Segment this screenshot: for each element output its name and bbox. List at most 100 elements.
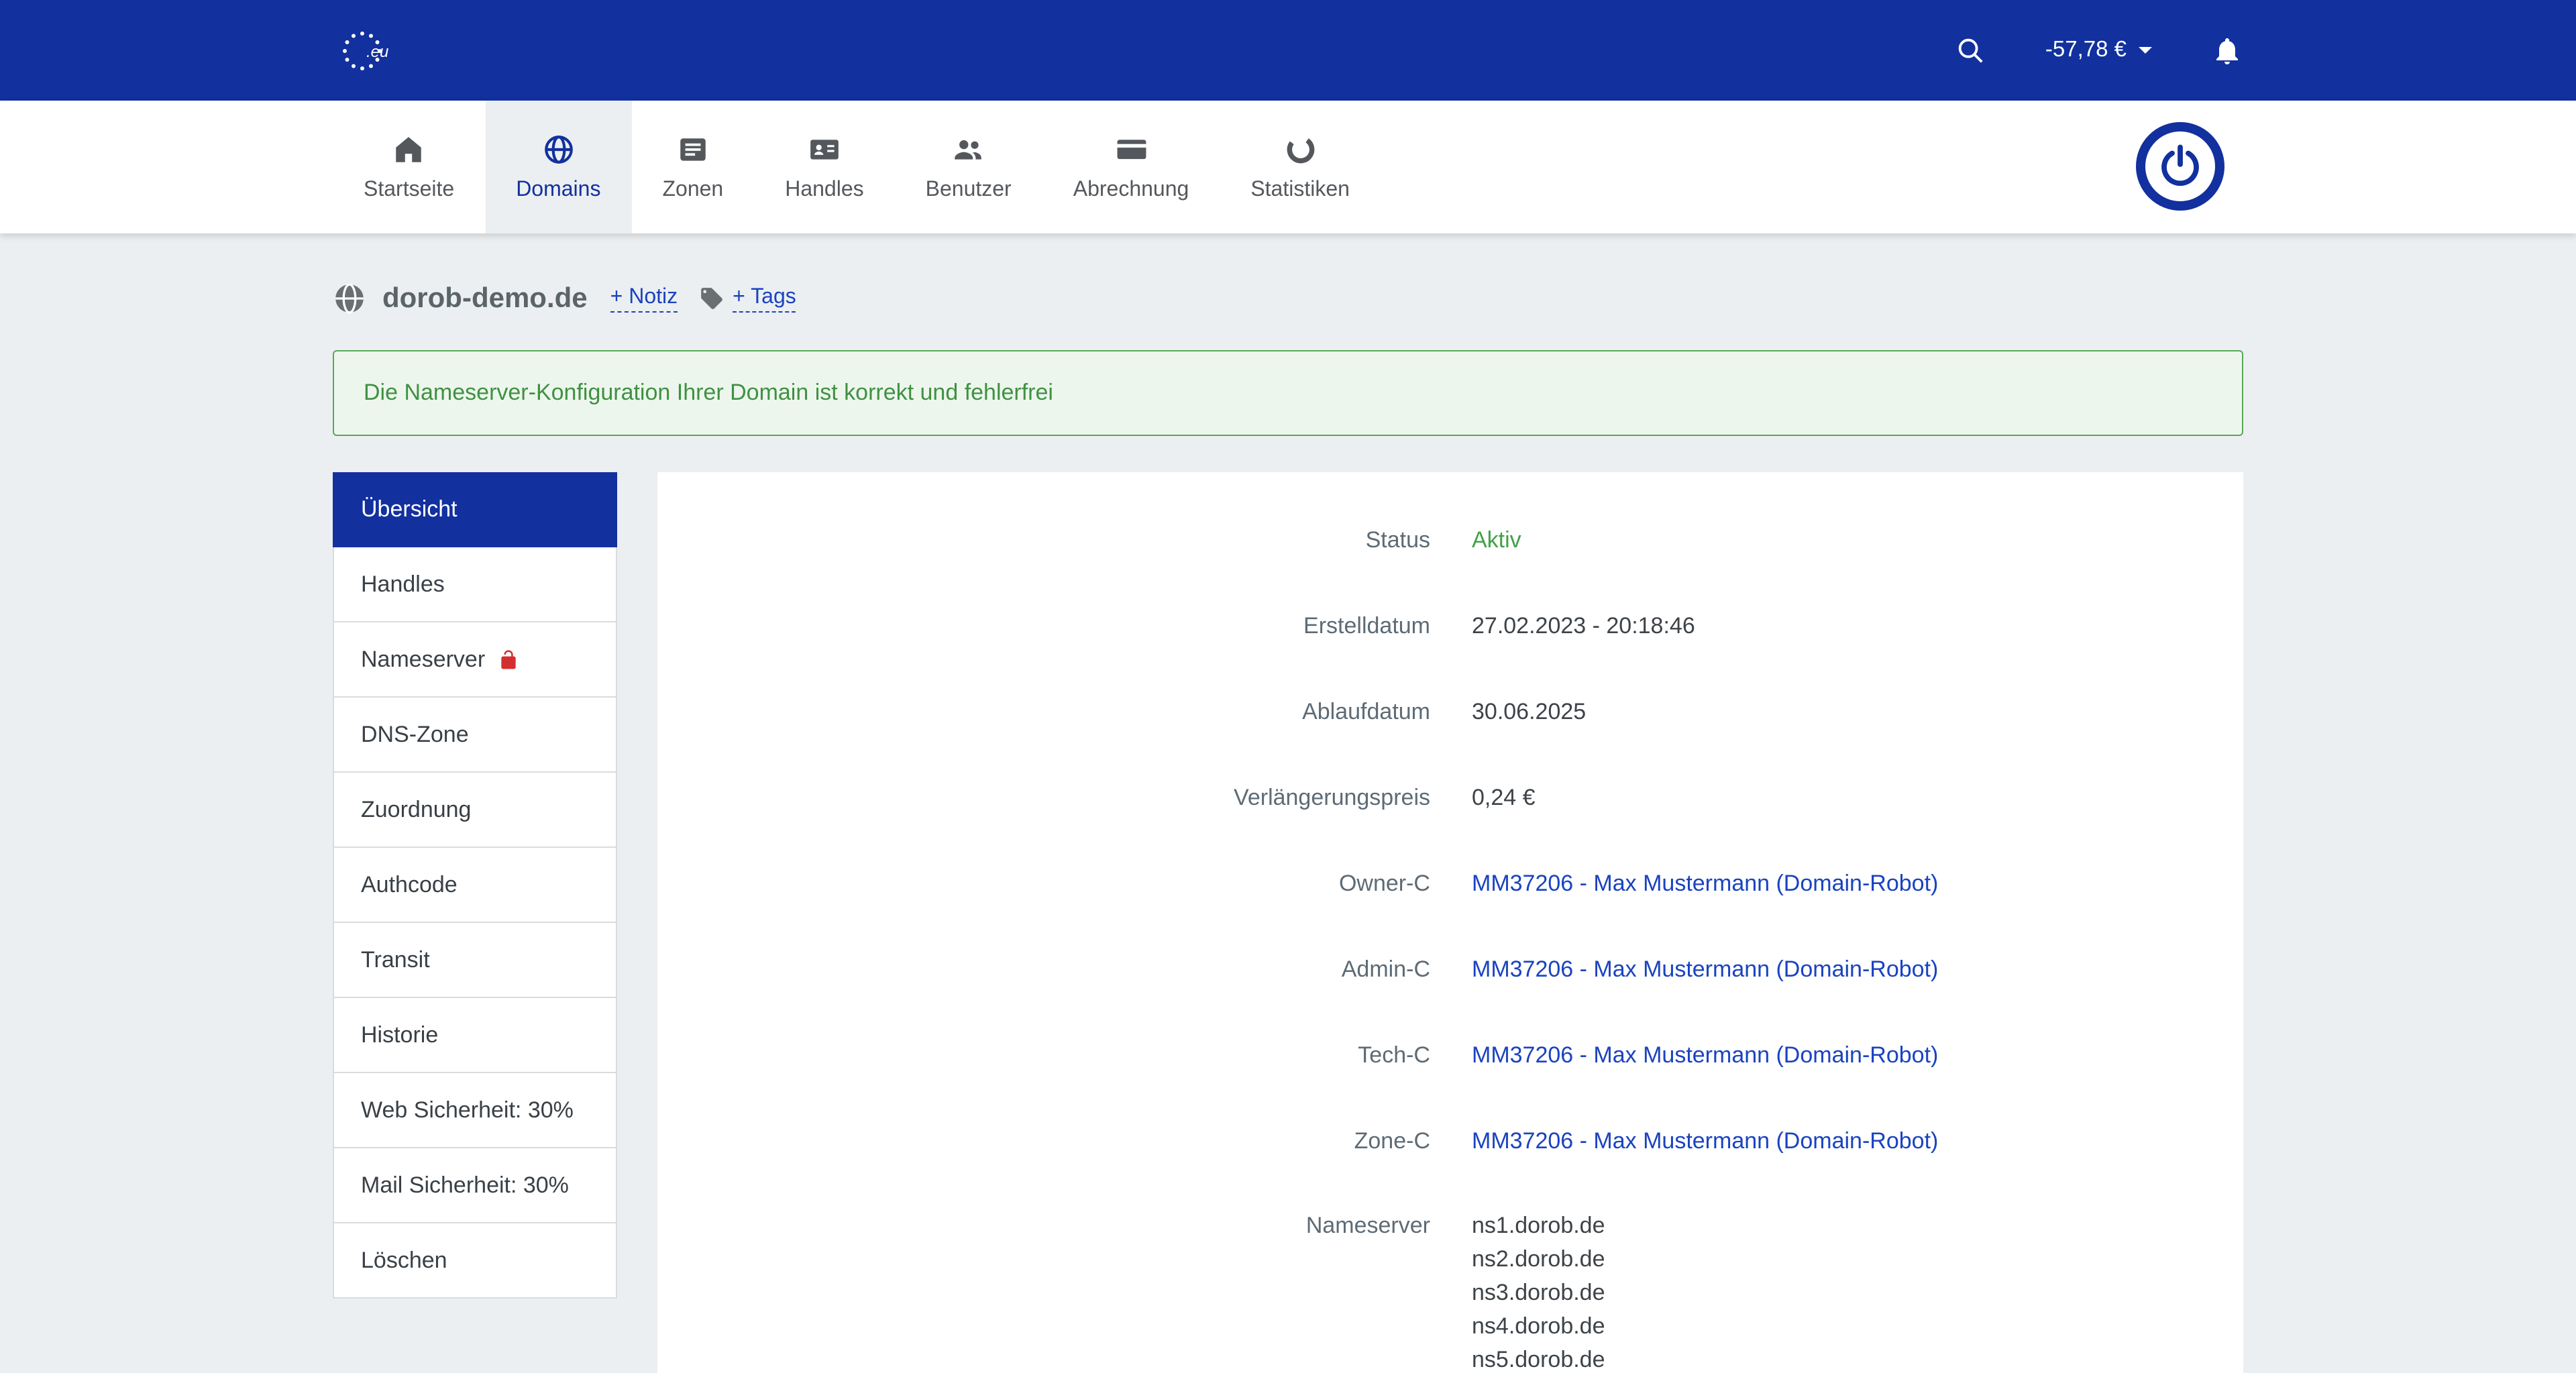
sidebar-item-label: Übersicht (361, 496, 458, 523)
domain-title-row: dorob-demo.de + Notiz + Tags (333, 282, 2243, 315)
nameserver-entry: ns5.dorob.de (1472, 1343, 1605, 1373)
notifications-button[interactable] (2211, 34, 2243, 66)
nameserver-entry: ns3.dorob.de (1472, 1276, 1605, 1309)
sidebar-item-nameserver[interactable]: Nameserver (333, 622, 617, 698)
chevron-down-icon (2139, 47, 2152, 54)
row-label: Ablaufdatum (657, 694, 1430, 728)
sidebar-item-uebersicht[interactable]: Übersicht (333, 472, 617, 547)
detail-row-ablaufdatum: Ablaufdatum 30.06.2025 (657, 668, 2243, 754)
sidebar-item-label: Zuordnung (361, 796, 471, 823)
nav-item-label: Handles (785, 178, 863, 202)
add-tags-link[interactable]: + Tags (733, 285, 796, 312)
nav-item-label: Statistiken (1250, 178, 1350, 202)
search-icon (1955, 35, 1986, 66)
nav-item-zonen[interactable]: Zonen (631, 101, 754, 233)
brand-logo-button[interactable] (2136, 122, 2224, 211)
nameserver-entry: ns2.dorob.de (1472, 1242, 1605, 1276)
sidebar-item-historie[interactable]: Historie (333, 998, 617, 1073)
nav-item-startseite[interactable]: Startseite (333, 101, 485, 233)
sidebar-item-label: DNS-Zone (361, 721, 469, 748)
row-label: Zone-C (657, 1123, 1430, 1157)
nameserver-ok-alert: Die Nameserver-Konfiguration Ihrer Domai… (333, 350, 2243, 436)
sidebar-item-handles[interactable]: Handles (333, 547, 617, 622)
detail-row-zone-c: Zone-C MM37206 - Max Mustermann (Domain-… (657, 1097, 2243, 1183)
nav-item-benutzer[interactable]: Benutzer (895, 101, 1042, 233)
nav-item-handles[interactable]: Handles (754, 101, 894, 233)
row-label: Erstelldatum (657, 608, 1430, 642)
status-value: Aktiv (1472, 523, 1521, 556)
app: .eu -57,78 € (0, 0, 2576, 1373)
topbar: .eu -57,78 € (0, 0, 2576, 101)
row-label: Nameserver (657, 1209, 1430, 1242)
page-title: dorob-demo.de (382, 282, 588, 315)
unlock-icon (497, 649, 519, 670)
home-icon (392, 132, 426, 166)
row-value: 0,24 € (1472, 780, 1536, 814)
zone-c-handle-link[interactable]: MM37206 - Max Mustermann (Domain-Robot) (1472, 1123, 1938, 1157)
sidebar-item-label: Löschen (361, 1247, 447, 1274)
detail-row-status: Status Aktiv (657, 496, 2243, 582)
detail-row-verlaengerungspreis: Verlängerungspreis 0,24 € (657, 754, 2243, 840)
globe-icon (541, 132, 575, 166)
sidebar-item-mail-sicherheit[interactable]: Mail Sicherheit: 30% (333, 1148, 617, 1223)
power-icon (2156, 142, 2204, 190)
credit-card-icon (1114, 132, 1148, 166)
detail-row-owner-c: Owner-C MM37206 - Max Mustermann (Domain… (657, 840, 2243, 926)
people-icon (952, 132, 985, 166)
detail-row-tech-c: Tech-C MM37206 - Max Mustermann (Domain-… (657, 1011, 2243, 1097)
sidebar-item-label: Mail Sicherheit: 30% (361, 1172, 569, 1199)
bell-icon (2211, 34, 2243, 66)
nav-item-abrechnung[interactable]: Abrechnung (1042, 101, 1220, 233)
nav-item-label: Benutzer (926, 178, 1012, 202)
sidebar-item-loeschen[interactable]: Löschen (333, 1223, 617, 1299)
tag-icon (699, 286, 724, 311)
sidebar-item-label: Handles (361, 571, 445, 598)
detail-row-nameserver: Nameserver ns1.dorob.de ns2.dorob.de ns3… (657, 1183, 2243, 1373)
nav-item-domains[interactable]: Domains (485, 101, 631, 233)
globe-icon (333, 282, 366, 315)
list-icon (676, 132, 710, 166)
content-area: dorob-demo.de + Notiz + Tags Die Nameser… (0, 233, 2576, 1373)
sidebar-item-label: Authcode (361, 871, 458, 898)
nameserver-entry: ns4.dorob.de (1472, 1309, 1605, 1343)
nav-item-label: Startseite (364, 178, 454, 202)
domain-sidebar: Übersicht Handles Nameserver DNS-Zone Zu… (333, 472, 617, 1299)
nameserver-list: ns1.dorob.de ns2.dorob.de ns3.dorob.de n… (1472, 1209, 1605, 1373)
domain-overview-card: Status Aktiv Erstelldatum 27.02.2023 - 2… (657, 472, 2243, 1373)
admin-c-handle-link[interactable]: MM37206 - Max Mustermann (Domain-Robot) (1472, 952, 1938, 985)
sidebar-item-label: Historie (361, 1022, 438, 1048)
sidebar-item-zuordnung[interactable]: Zuordnung (333, 773, 617, 848)
sidebar-item-dns-zone[interactable]: DNS-Zone (333, 698, 617, 773)
add-note-link[interactable]: + Notiz (610, 285, 678, 312)
main-nav: Startseite Domains Zonen (0, 101, 2576, 233)
sidebar-item-label: Web Sicherheit: 30% (361, 1097, 574, 1123)
row-value: 30.06.2025 (1472, 694, 1586, 728)
nav-item-label: Zonen (662, 178, 723, 202)
row-label: Admin-C (657, 952, 1430, 985)
sidebar-item-web-sicherheit[interactable]: Web Sicherheit: 30% (333, 1073, 617, 1148)
search-button[interactable] (1955, 35, 1986, 66)
row-label: Verlängerungspreis (657, 780, 1430, 814)
nameserver-entry: ns1.dorob.de (1472, 1209, 1605, 1242)
nav-item-label: Domains (516, 178, 600, 202)
logo-text: .eu (366, 42, 388, 60)
sidebar-item-label: Transit (361, 946, 430, 973)
eu-stars-logo[interactable]: .eu (333, 23, 411, 77)
topbar-actions: -57,78 € (1955, 34, 2243, 66)
detail-row-erstelldatum: Erstelldatum 27.02.2023 - 20:18:46 (657, 582, 2243, 668)
sidebar-item-authcode[interactable]: Authcode (333, 848, 617, 923)
row-label: Tech-C (657, 1038, 1430, 1071)
account-balance: -57,78 € (2045, 38, 2127, 63)
row-value: 27.02.2023 - 20:18:46 (1472, 608, 1695, 642)
contact-card-icon (808, 132, 841, 166)
donut-chart-icon (1283, 132, 1317, 166)
sidebar-item-transit[interactable]: Transit (333, 923, 617, 998)
row-label: Status (657, 523, 1430, 556)
tech-c-handle-link[interactable]: MM37206 - Max Mustermann (Domain-Robot) (1472, 1038, 1938, 1071)
owner-c-handle-link[interactable]: MM37206 - Max Mustermann (Domain-Robot) (1472, 866, 1938, 899)
row-label: Owner-C (657, 866, 1430, 899)
eu-stars-logo-icon: .eu (333, 23, 411, 77)
nav-item-label: Abrechnung (1073, 178, 1189, 202)
nav-item-statistiken[interactable]: Statistiken (1220, 101, 1381, 233)
account-balance-dropdown[interactable]: -57,78 € (2045, 38, 2152, 63)
